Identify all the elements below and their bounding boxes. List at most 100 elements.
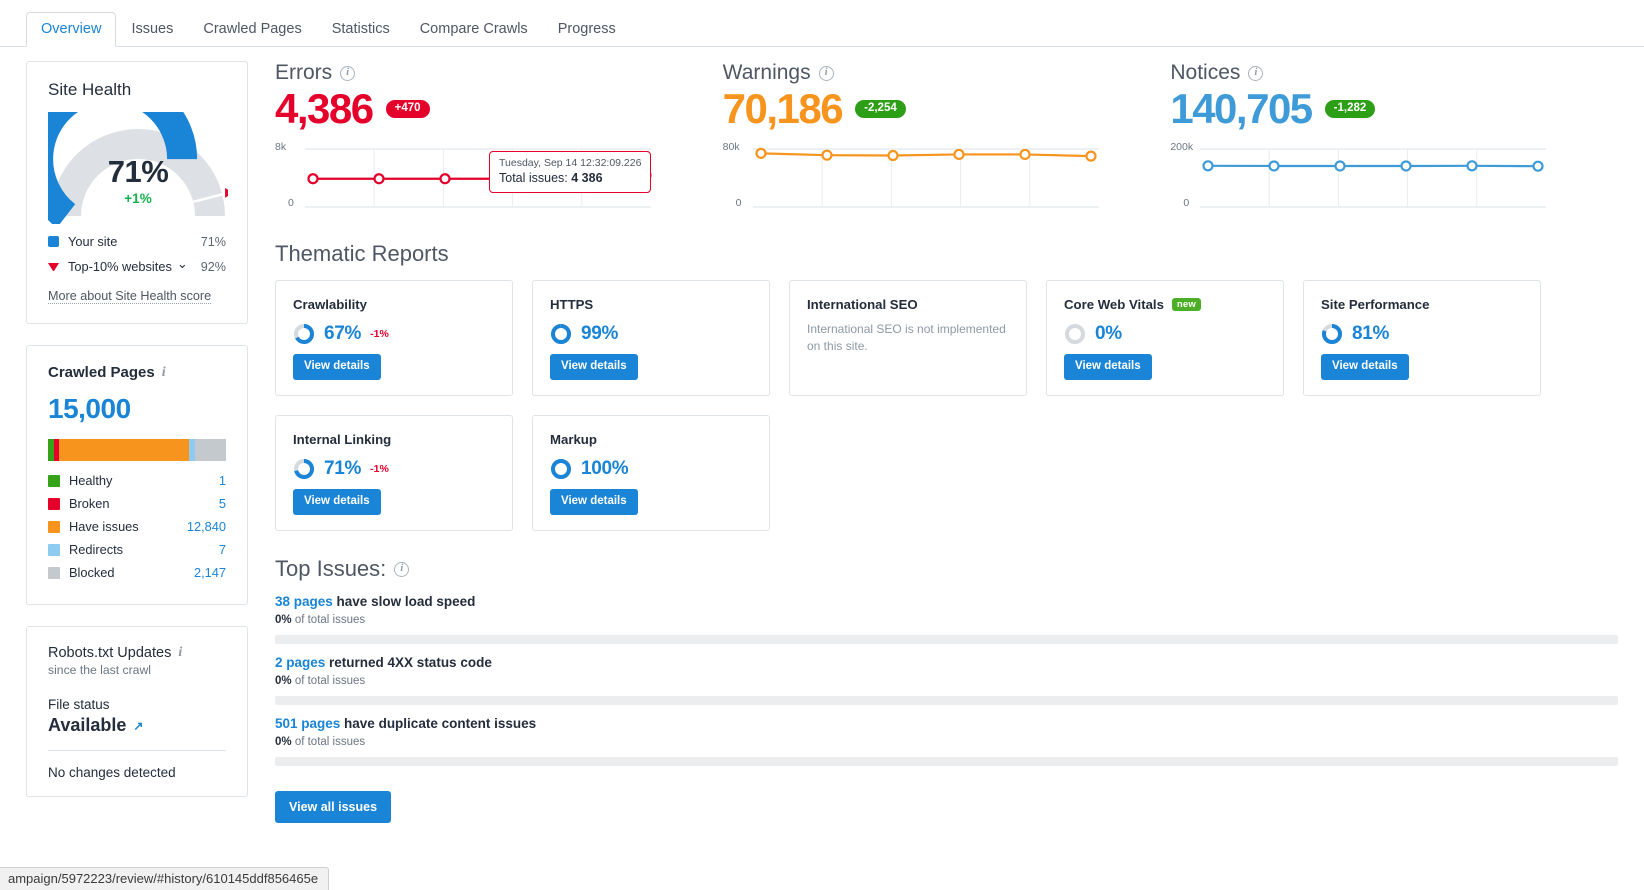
- top-issue-text: have duplicate content issues: [340, 716, 537, 732]
- kpi-card-errors: Errors i 4,386 +470 8k 0 Tuesday, Sep 14 12:32…: [275, 61, 723, 219]
- thematic-card-core-web-vitals[interactable]: Core Web Vitals new 0% View details: [1046, 280, 1284, 397]
- tab-progress[interactable]: Progress: [543, 12, 631, 48]
- crawled-pages-legend-label: Healthy: [69, 473, 113, 488]
- crawled-pages-bar-segment[interactable]: [195, 439, 226, 461]
- site-health-legend-label: Your site: [68, 234, 118, 249]
- thematic-card-title: Site Performance: [1321, 297, 1523, 312]
- new-badge: new: [1171, 297, 1201, 312]
- thematic-card-title: Markup: [550, 432, 752, 447]
- top-issue-progress-track: [275, 757, 1618, 767]
- progress-ring-icon: [1322, 324, 1342, 345]
- site-health-percent: 71%: [107, 154, 169, 189]
- site-health-gauge: 71% +1%: [48, 112, 228, 224]
- kpi-card-warnings: Warnings i 70,186 -2,254 80k 0: [723, 61, 1171, 219]
- thematic-reports-grid: Crawlability 67% -1% View details HTTPS 99% Vi…: [275, 280, 1618, 532]
- top-issue-link[interactable]: 38 pages: [275, 594, 333, 609]
- view-all-issues-button[interactable]: View all issues: [275, 791, 392, 824]
- kpi-value-row: 140,705 -1,282: [1170, 86, 1594, 131]
- more-about-site-health-link[interactable]: More about Site Health score: [48, 289, 212, 304]
- crawled-pages-legend-value[interactable]: 2,147: [194, 565, 226, 580]
- view-details-button[interactable]: View details: [293, 488, 381, 516]
- site-health-card: Site Health 71% +1% Your site 71% Top-10…: [26, 61, 248, 324]
- thematic-card-crawlability[interactable]: Crawlability 67% -1% View details: [275, 280, 513, 397]
- top-issue-link[interactable]: 2 pages: [275, 655, 325, 670]
- progress-ring-icon: [294, 459, 314, 480]
- crawled-pages-title: Crawled Pages i: [48, 364, 226, 381]
- thematic-card-site-performance[interactable]: Site Performance 81% View details: [1303, 280, 1541, 397]
- top-issue-sub-label: of total issues: [291, 736, 366, 749]
- progress-ring-icon: [551, 324, 571, 345]
- kpi-sparkline-chart[interactable]: 200k 0: [1170, 141, 1594, 219]
- tab-overview[interactable]: Overview: [26, 11, 117, 47]
- top-issue-progress-track: [275, 696, 1618, 706]
- info-icon[interactable]: i: [394, 561, 410, 577]
- view-details-button[interactable]: View details: [1064, 353, 1152, 381]
- thematic-card-title: HTTPS: [550, 297, 752, 312]
- chevron-down-icon[interactable]: ⌄: [177, 256, 188, 271]
- color-swatch-icon: [48, 497, 60, 510]
- kpi-sparkline-chart[interactable]: 80k 0: [723, 141, 1147, 219]
- crawled-pages-legend-value[interactable]: 7: [219, 542, 226, 557]
- thematic-card-percent: 99%: [581, 323, 619, 345]
- gauge-center-readout: 71% +1%: [48, 154, 228, 206]
- crawled-pages-total: 15,000: [48, 393, 131, 424]
- crawled-pages-legend-value[interactable]: 12,840: [187, 519, 226, 534]
- color-swatch-icon: [48, 520, 60, 533]
- info-icon[interactable]: i: [818, 65, 834, 81]
- kpi-sparkline-chart[interactable]: 8k 0 Tuesday, Sep 14 12:32:09.226 Total iss…: [275, 141, 699, 219]
- thematic-card-title: Crawlability: [293, 297, 495, 312]
- tab-issues[interactable]: Issues: [116, 12, 188, 48]
- main-content: Errors i 4,386 +470 8k 0 Tuesday, Sep 14 12:32…: [248, 61, 1644, 890]
- external-link-icon[interactable]: ↗: [133, 719, 143, 733]
- tab-statistics[interactable]: Statistics: [317, 12, 405, 48]
- thematic-card-metric: 71% -1%: [293, 458, 495, 480]
- robots-changes-text: No changes detected: [48, 765, 176, 780]
- kpi-row: Errors i 4,386 +470 8k 0 Tuesday, Sep 14 12:32…: [275, 61, 1618, 219]
- tooltip-total-issues: Total issues: 4 386: [499, 170, 641, 187]
- view-details-button[interactable]: View details: [293, 353, 381, 381]
- info-icon[interactable]: i: [162, 365, 166, 381]
- crawled-pages-title-text: Crawled Pages: [48, 364, 155, 381]
- top-issue-subtext: 0% of total issues: [275, 614, 1618, 626]
- thematic-card-internal-linking[interactable]: Internal Linking 71% -1% View details: [275, 415, 513, 532]
- top-issue-percent: 0%: [275, 675, 292, 688]
- crawled-pages-legend-label: Broken: [69, 496, 110, 511]
- view-details-button[interactable]: View details: [550, 353, 638, 381]
- top-issue-sub-label: of total issues: [291, 614, 366, 627]
- crawled-pages-legend-row[interactable]: Healthy 1: [48, 473, 226, 488]
- thematic-card-metric: 0%: [1064, 323, 1266, 345]
- robots-file-status-value-row: Available ↗: [48, 715, 226, 736]
- thematic-card-markup[interactable]: Markup 100% View details: [532, 415, 770, 532]
- crawled-pages-legend-label: Redirects: [69, 542, 124, 557]
- top-issue-link[interactable]: 501 pages: [275, 716, 340, 731]
- tooltip-date: Tuesday, Sep 14 12:32:09.226: [499, 157, 642, 170]
- crawled-pages-legend-label: Blocked: [69, 565, 115, 580]
- thematic-card-https[interactable]: HTTPS 99% View details: [532, 280, 770, 397]
- info-icon[interactable]: i: [340, 65, 356, 81]
- kpi-delta-badge: -1,282: [1324, 99, 1376, 119]
- crawled-pages-legend-row[interactable]: Redirects 7: [48, 542, 226, 557]
- crawled-pages-legend-row[interactable]: Blocked 2,147: [48, 565, 226, 580]
- crawled-pages-legend-value[interactable]: 5: [219, 496, 226, 511]
- info-icon[interactable]: i: [178, 645, 182, 661]
- view-details-button[interactable]: View details: [550, 488, 638, 516]
- view-details-button[interactable]: View details: [1321, 353, 1409, 381]
- color-swatch-icon: [48, 474, 60, 487]
- site-health-legend-label[interactable]: Top-10% websites ⌄: [68, 256, 201, 275]
- kpi-name: Warnings: [722, 61, 811, 84]
- crawled-pages-bar-segment[interactable]: [59, 439, 190, 461]
- top-issue-progress-track: [275, 635, 1618, 645]
- kpi-name: Errors: [275, 61, 333, 84]
- tab-crawled-pages[interactable]: Crawled Pages: [188, 12, 316, 48]
- site-health-title: Site Health: [48, 80, 132, 99]
- crawled-pages-legend-value[interactable]: 1: [219, 473, 226, 488]
- top-issue-line: 501 pages have duplicate content issues: [275, 716, 1618, 731]
- tab-compare-crawls[interactable]: Compare Crawls: [405, 12, 543, 48]
- info-icon[interactable]: i: [1248, 65, 1264, 81]
- crawled-pages-legend-row[interactable]: Have issues 12,840: [48, 519, 226, 534]
- crawled-pages-legend-row[interactable]: Broken 5: [48, 496, 226, 511]
- site-health-legend-value: 92%: [200, 260, 226, 274]
- thematic-reports-title: Thematic Reports: [275, 241, 449, 267]
- kpi-delta-badge: -2,254: [855, 99, 906, 119]
- thematic-card-international-seo[interactable]: International SEO International SEO is no…: [789, 280, 1027, 397]
